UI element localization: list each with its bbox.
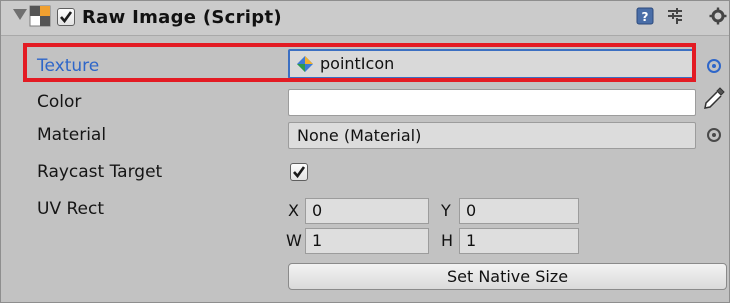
uv-y-field[interactable]: 0 bbox=[459, 198, 579, 224]
component-title: Raw Image (Script) bbox=[82, 7, 282, 28]
raw-image-component-panel: Raw Image (Script) ? Texture pointIcon C… bbox=[0, 0, 730, 303]
color-label: Color bbox=[37, 92, 82, 112]
set-native-size-button[interactable]: Set Native Size bbox=[288, 263, 727, 290]
raw-image-component-icon bbox=[29, 5, 51, 27]
uv-y-label: Y bbox=[441, 201, 451, 220]
texture-object-picker-icon[interactable] bbox=[707, 59, 721, 73]
raycast-target-label: Raycast Target bbox=[37, 162, 163, 182]
checkmark-icon bbox=[60, 11, 73, 24]
help-icon[interactable]: ? bbox=[636, 7, 654, 25]
uv-x-field[interactable]: 0 bbox=[305, 198, 429, 224]
foldout-arrow-icon[interactable] bbox=[13, 9, 27, 20]
uv-w-field[interactable]: 1 bbox=[305, 228, 429, 254]
component-enabled-checkbox[interactable] bbox=[57, 8, 75, 26]
checkmark-icon bbox=[293, 166, 306, 179]
color-field[interactable] bbox=[288, 89, 696, 116]
presets-icon[interactable] bbox=[666, 7, 684, 25]
uv-h-label: H bbox=[441, 231, 454, 250]
texture-highlight-box bbox=[23, 43, 696, 82]
uv-w-label: W bbox=[286, 231, 302, 250]
svg-text:?: ? bbox=[642, 10, 649, 24]
uv-h-field[interactable]: 1 bbox=[459, 228, 579, 254]
material-object-picker-icon[interactable] bbox=[707, 128, 721, 142]
eyedropper-icon[interactable] bbox=[702, 86, 726, 114]
component-header[interactable]: Raw Image (Script) ? bbox=[1, 1, 729, 36]
material-label: Material bbox=[37, 125, 107, 145]
raycast-target-checkbox[interactable] bbox=[290, 163, 308, 181]
uv-x-label: X bbox=[288, 201, 299, 220]
settings-gear-icon[interactable] bbox=[709, 7, 729, 25]
material-object-field[interactable]: None (Material) bbox=[288, 122, 696, 149]
uv-rect-label: UV Rect bbox=[37, 199, 104, 219]
